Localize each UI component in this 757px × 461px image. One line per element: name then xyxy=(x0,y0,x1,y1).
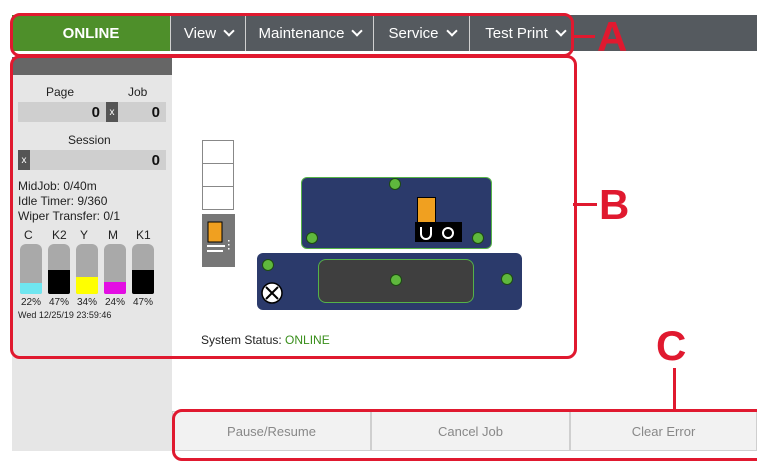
session-counter: 0 xyxy=(30,150,166,170)
menu-test-print-label: Test Print xyxy=(485,24,548,42)
ink-level-bar xyxy=(20,244,42,294)
print-head-icon xyxy=(417,197,436,223)
callout-line-a xyxy=(571,35,595,38)
midjob-text: MidJob: 0/40m xyxy=(18,179,97,193)
callout-letter-a: A xyxy=(597,13,628,60)
page-label: Page xyxy=(46,85,75,99)
session-label: Session xyxy=(68,133,111,147)
menu-view-label: View xyxy=(183,24,217,42)
action-bar: Pause/Resume Cancel Job Clear Error xyxy=(172,411,757,451)
clear-page-button[interactable]: x xyxy=(106,102,118,122)
menu-maintenance-label: Maintenance xyxy=(258,24,345,42)
clear-session-button[interactable]: x xyxy=(18,150,30,170)
queue-slot xyxy=(202,186,234,210)
page-counter: 0 xyxy=(18,102,106,122)
idle-timer-text: Idle Timer: 9/360 xyxy=(18,194,108,208)
ink-name-y: Y xyxy=(80,228,89,242)
online-status-button[interactable]: ONLINE xyxy=(12,15,170,51)
chevron-down-icon xyxy=(351,25,364,37)
wiper-transfer-text: Wiper Transfer: 0/1 xyxy=(18,209,121,223)
nav-bar: ONLINE View Maintenance Service Test Pri… xyxy=(12,15,757,51)
cancel-job-button[interactable]: Cancel Job xyxy=(371,411,570,451)
ink-level-bar xyxy=(132,244,154,294)
callout-line-b xyxy=(573,203,597,206)
job-counter: 0 xyxy=(118,102,166,122)
system-status-value: ONLINE xyxy=(285,333,330,347)
queue-slot xyxy=(202,140,234,164)
media-area xyxy=(318,259,474,303)
head-indicator xyxy=(415,222,462,242)
ink-percent-y: 34% xyxy=(77,297,98,308)
ink-name-k1: K1 xyxy=(136,228,151,242)
menu-test-print[interactable]: Test Print xyxy=(469,15,580,51)
chevron-down-icon xyxy=(223,25,235,37)
chevron-down-icon xyxy=(445,25,458,37)
document-icon xyxy=(207,221,230,252)
ink-percent-k2: 47% xyxy=(49,297,70,308)
ink-level-bar xyxy=(48,244,70,294)
ink-percent-c: 22% xyxy=(21,297,42,308)
timestamp: Wed 12/25/19 23:59:46 xyxy=(18,310,112,320)
menu-maintenance[interactable]: Maintenance xyxy=(245,15,374,51)
system-status: System Status: ONLINE xyxy=(201,333,330,347)
clear-error-button[interactable]: Clear Error xyxy=(570,411,757,451)
ink-level-fill xyxy=(104,282,126,294)
sensor-indicator xyxy=(501,273,513,285)
sidebar-header xyxy=(12,57,172,75)
system-status-label: System Status: xyxy=(201,333,282,347)
ink-percent-m: 24% xyxy=(105,297,126,308)
pause-resume-button[interactable]: Pause/Resume xyxy=(172,411,371,451)
callout-letter-c: C xyxy=(656,322,687,369)
sensor-indicator xyxy=(262,259,274,271)
sidebar: Page Job 0 x 0 Session x 0 MidJob: 0/40m… xyxy=(12,57,172,451)
callout-line-c xyxy=(673,368,676,410)
head-status-icon xyxy=(420,227,454,240)
menu-service[interactable]: Service xyxy=(373,15,470,51)
ink-name-k2: K2 xyxy=(52,228,67,242)
ink-level-bar xyxy=(76,244,98,294)
media-platen xyxy=(257,253,522,310)
callout-letter-b: B xyxy=(599,181,630,228)
ink-level-fill xyxy=(48,270,70,294)
menu-view[interactable]: View xyxy=(170,15,246,51)
sensor-indicator xyxy=(390,274,402,286)
sensor-indicator xyxy=(389,178,401,190)
sensor-indicator xyxy=(306,232,318,244)
ink-name-m: M xyxy=(108,228,118,242)
ink-level-fill xyxy=(20,283,42,294)
ink-percent-k1: 47% xyxy=(133,297,154,308)
ink-name-c: C xyxy=(24,228,33,242)
ink-level-bar xyxy=(104,244,126,294)
ink-level-fill xyxy=(132,270,154,294)
active-job-slot xyxy=(202,214,235,267)
print-head-carriage xyxy=(301,177,492,249)
sensor-indicator xyxy=(472,232,484,244)
chevron-down-icon xyxy=(555,25,567,37)
ink-level-fill xyxy=(76,277,98,294)
queue-slot xyxy=(202,163,234,187)
printer-status-panel: System Status: ONLINE xyxy=(172,57,757,451)
error-x-icon xyxy=(261,282,283,304)
menu-service-label: Service xyxy=(388,24,439,42)
job-label: Job xyxy=(128,85,148,99)
